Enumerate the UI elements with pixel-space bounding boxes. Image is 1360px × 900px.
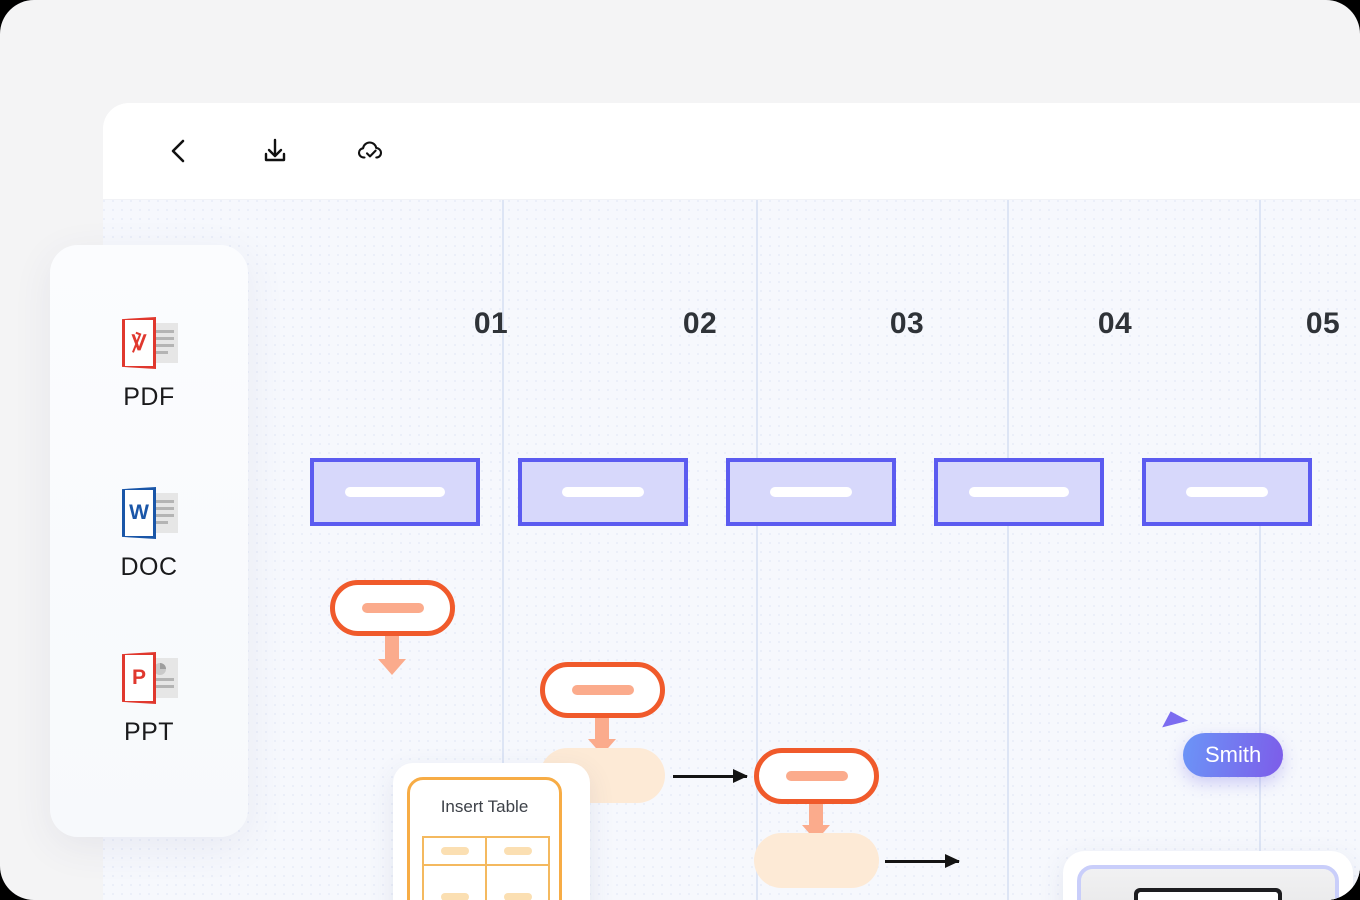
- task-node-placeholder-bar: [571, 685, 634, 695]
- connector-arrow-03-04: [885, 854, 960, 868]
- back-button[interactable]: [159, 131, 199, 171]
- stage-placeholder-bar: [562, 487, 644, 497]
- file-item-ppt[interactable]: P PPT: [50, 652, 248, 747]
- file-item-doc[interactable]: W DOC: [50, 487, 248, 582]
- toolbar: [103, 103, 1360, 200]
- stage-card-04[interactable]: [934, 458, 1104, 526]
- cursor-pointer-icon-smith: [1162, 711, 1192, 739]
- stage-card-05[interactable]: [1142, 458, 1312, 526]
- file-item-label: PPT: [123, 718, 175, 746]
- task-node-01[interactable]: [330, 580, 455, 636]
- column-divider: [756, 200, 758, 900]
- cloud-check-icon: [357, 141, 383, 159]
- table-cell: [486, 865, 549, 900]
- column-number-03: 03: [889, 307, 925, 340]
- pdf-file-icon: ℣: [120, 317, 178, 369]
- task-node-02[interactable]: [540, 662, 665, 718]
- task-node-placeholder-bar: [361, 603, 424, 613]
- task-node-03[interactable]: [754, 748, 879, 804]
- pdf-glyph: ℣: [131, 331, 147, 355]
- image-frame: [1077, 865, 1339, 900]
- page-root: 01 02 03 04 05 Smith Insert Table ℣ PDF …: [0, 0, 1360, 900]
- board-canvas[interactable]: 01 02 03 04 05 Smith Insert Table: [103, 200, 1360, 900]
- file-type-panel: ℣ PDF W DOC P PPT: [50, 245, 248, 837]
- ppt-file-icon: P: [120, 652, 178, 704]
- workspace-photo: [1081, 869, 1335, 900]
- connector-arrow-02-03: [673, 769, 748, 783]
- column-divider: [1259, 200, 1261, 900]
- stage-placeholder-bar: [345, 487, 445, 497]
- collaborator-chip-smith[interactable]: Smith: [1183, 733, 1284, 777]
- task-block-03[interactable]: [754, 833, 879, 888]
- stage-card-01[interactable]: [310, 458, 480, 526]
- insert-table-shell: Insert Table: [393, 763, 590, 900]
- node-down-arrow: [588, 718, 616, 755]
- column-number-05: 05: [1305, 307, 1341, 340]
- column-divider: [1007, 200, 1009, 900]
- column-number-02: 02: [682, 307, 718, 340]
- stage-placeholder-bar: [1186, 487, 1268, 497]
- cloud-save-button[interactable]: [351, 131, 391, 171]
- column-number-01: 01: [473, 307, 509, 340]
- doc-file-icon: W: [120, 487, 178, 539]
- chevron-left-icon: [171, 139, 185, 163]
- app-window: 01 02 03 04 05 Smith Insert Table: [103, 103, 1360, 900]
- stage-placeholder-bar: [969, 487, 1069, 497]
- insert-table-title: Insert Table: [440, 797, 529, 816]
- image-preview-card[interactable]: [1063, 851, 1353, 900]
- table-cell: [423, 865, 486, 900]
- file-item-pdf[interactable]: ℣ PDF: [50, 317, 248, 412]
- doc-glyph: W: [129, 501, 149, 524]
- stage-placeholder-bar: [770, 487, 852, 497]
- column-number-04: 04: [1097, 307, 1133, 340]
- node-down-arrow: [802, 804, 830, 841]
- ppt-glyph: P: [131, 666, 146, 689]
- table-cell: [423, 837, 486, 865]
- stage-card-02[interactable]: [518, 458, 688, 526]
- task-node-placeholder-bar: [785, 771, 848, 781]
- table-cell: [486, 837, 549, 865]
- mini-table-preview: [422, 836, 550, 900]
- insert-table-card[interactable]: Insert Table: [407, 777, 562, 900]
- node-down-arrow: [378, 636, 406, 675]
- file-item-label: PDF: [123, 383, 175, 411]
- stage-card-03[interactable]: [726, 458, 896, 526]
- file-item-label: DOC: [120, 553, 178, 581]
- download-button[interactable]: [255, 131, 295, 171]
- download-icon: [264, 138, 286, 162]
